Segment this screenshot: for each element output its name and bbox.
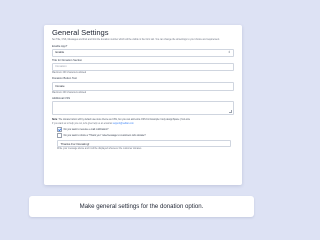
button-text-help: Maximum 200 characters allowed [52, 91, 87, 94]
email-notification-checkbox[interactable] [57, 127, 62, 132]
settings-content: General Settings Set Title, CSS, Message… [52, 28, 234, 151]
email-notification-row[interactable]: Do you want to receive e-mail notificati… [57, 127, 234, 132]
page-description: Set Title, CSS, Messages and limit and l… [52, 38, 220, 41]
caption-text: Make general settings for the donation o… [79, 203, 204, 210]
thank-you-message-value: Thanks For Donating! [60, 142, 90, 147]
thank-you-help: Write your message above and it will be … [57, 148, 142, 151]
settings-card: General Settings Set Title, CSS, Message… [44, 25, 242, 185]
enable-app-select[interactable]: Enable ⇕ [52, 49, 234, 58]
thank-you-checkbox[interactable] [57, 133, 62, 138]
button-text-input[interactable]: Donate [52, 81, 234, 91]
title-input[interactable]: Donation [52, 63, 234, 72]
thank-you-label: Do you want to show a "Thank you" note/m… [63, 134, 146, 138]
title-placeholder: Donation [55, 64, 67, 69]
thank-you-row[interactable]: Do you want to show a "Thank you" note/m… [57, 133, 234, 138]
button-text-value: Donate [55, 83, 65, 88]
enable-app-label: Enable App? [52, 45, 68, 49]
thank-you-message-input[interactable]: Thanks For Donating! [57, 140, 231, 147]
title-help: Maximum 200 characters allowed [52, 72, 87, 75]
enable-app-value: Enable [55, 50, 65, 55]
support-email-link[interactable]: support@sellwit.com [113, 123, 134, 125]
title-label: Title for Donation Section [52, 59, 83, 63]
email-help-text: If you want us to help you out, let's gi… [52, 122, 113, 125]
email-notification-label: Do you want to receive e-mail notificati… [63, 127, 109, 131]
resize-handle-icon[interactable] [229, 110, 232, 114]
css-textarea[interactable] [52, 101, 234, 116]
css-label: Additional CSS [52, 96, 71, 100]
button-text-label: Donation Button Text [52, 77, 77, 81]
caption-banner: Make general settings for the donation o… [29, 196, 254, 217]
email-help: If you want us to help you out, let's gi… [52, 123, 234, 126]
note-bold: Note [52, 118, 58, 121]
css-note: Note: The donate button will by default … [52, 118, 191, 121]
note-text: The donate button will by default use st… [58, 118, 191, 121]
select-arrows-icon: ⇕ [227, 50, 231, 55]
page-title: General Settings [52, 28, 109, 37]
